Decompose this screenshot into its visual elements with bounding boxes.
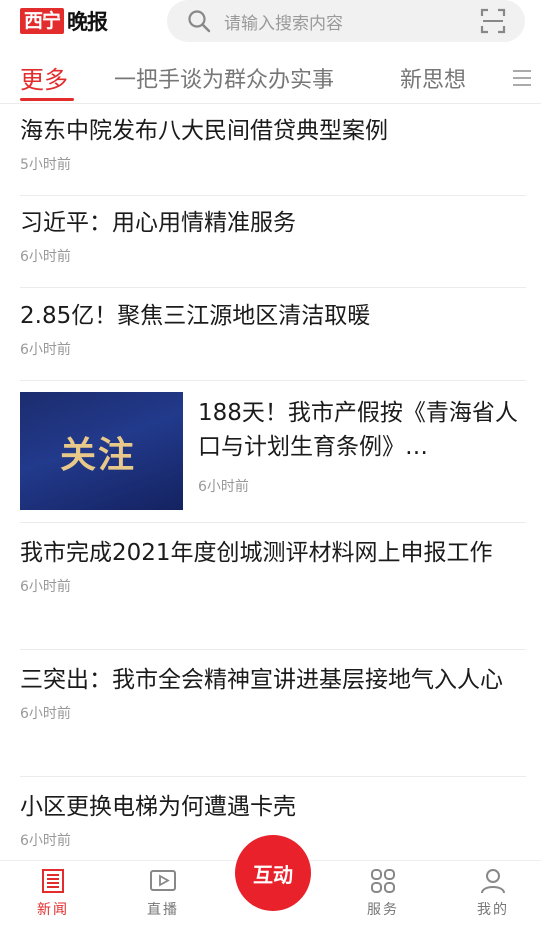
news-title: 海东中院发布八大民间借贷典型案例 bbox=[20, 118, 388, 144]
news-title: 习近平：用心用情精准服务 bbox=[20, 210, 296, 236]
nav-mine[interactable]: 我的 bbox=[458, 867, 528, 919]
news-title: 三突出：我市全会精神宣讲进基层接地气入人心 bbox=[20, 667, 503, 693]
nav-live[interactable]: 直播 bbox=[128, 867, 198, 919]
news-item[interactable]: 2.85亿！聚焦三江源地区清洁取暖 6小时前 bbox=[20, 299, 526, 381]
nav-label: 服务 bbox=[367, 902, 399, 918]
news-item[interactable]: 习近平：用心用情精准服务 6小时前 bbox=[20, 206, 526, 288]
nav-label: 新闻 bbox=[37, 902, 69, 918]
news-title: 小区更换电梯为何遭遇卡壳 bbox=[20, 794, 296, 820]
news-item-with-thumb[interactable]: 关注 188天！我市产假按《青海省人口与计划生育条例》… 6小时前 bbox=[20, 392, 526, 523]
search-placeholder[interactable]: 请输入搜索内容 bbox=[224, 9, 343, 34]
nav-news[interactable]: 新闻 bbox=[18, 867, 88, 919]
news-time: 6小时前 bbox=[20, 249, 71, 265]
menu-icon[interactable] bbox=[511, 69, 533, 87]
news-title: 我市完成2021年度创城测评材料网上申报工作 bbox=[20, 540, 493, 566]
search-bar[interactable]: 请输入搜索内容 bbox=[167, 0, 525, 42]
channel-tabs: 更多 一把手谈为群众办实事 新思想 bbox=[0, 52, 541, 104]
nav-label: 直播 bbox=[147, 902, 179, 918]
search-icon bbox=[188, 10, 211, 33]
news-thumbnail: 关注 bbox=[20, 392, 183, 510]
nav-services[interactable]: 服务 bbox=[348, 867, 418, 919]
news-time: 5小时前 bbox=[20, 157, 71, 173]
interact-label: 互动 bbox=[253, 862, 293, 887]
news-time: 6小时前 bbox=[198, 479, 249, 495]
news-time: 6小时前 bbox=[20, 579, 71, 595]
user-icon bbox=[481, 869, 505, 894]
news-time: 6小时前 bbox=[20, 342, 71, 358]
grid-icon bbox=[371, 869, 395, 893]
app-logo[interactable]: 西宁 晚报 bbox=[20, 6, 108, 36]
tab-more[interactable]: 更多 bbox=[20, 60, 68, 95]
thumbnail-text: 关注 bbox=[60, 434, 137, 476]
nav-label: 我的 bbox=[477, 902, 509, 918]
interact-button[interactable]: 互动 bbox=[235, 835, 311, 911]
news-title: 2.85亿！聚焦三江源地区清洁取暖 bbox=[20, 303, 371, 329]
news-time: 6小时前 bbox=[20, 706, 71, 722]
tab-new-thought[interactable]: 新思想 bbox=[400, 62, 466, 94]
active-tab-indicator bbox=[20, 98, 74, 101]
tab-leaders-talk[interactable]: 一把手谈为群众办实事 bbox=[114, 62, 334, 94]
logo-part2: 晚报 bbox=[67, 10, 108, 34]
header: 西宁 晚报 请输入搜索内容 bbox=[0, 0, 541, 44]
news-item[interactable]: 我市完成2021年度创城测评材料网上申报工作 6小时前 bbox=[20, 536, 526, 650]
scan-icon[interactable] bbox=[480, 8, 506, 34]
news-title: 188天！我市产假按《青海省人口与计划生育条例》… bbox=[198, 400, 518, 460]
logo-part1: 西宁 bbox=[20, 8, 65, 34]
news-item[interactable]: 海东中院发布八大民间借贷典型案例 5小时前 bbox=[20, 114, 526, 196]
news-item[interactable]: 三突出：我市全会精神宣讲进基层接地气入人心 6小时前 bbox=[20, 663, 526, 777]
news-icon bbox=[42, 869, 64, 893]
play-icon bbox=[150, 870, 176, 891]
